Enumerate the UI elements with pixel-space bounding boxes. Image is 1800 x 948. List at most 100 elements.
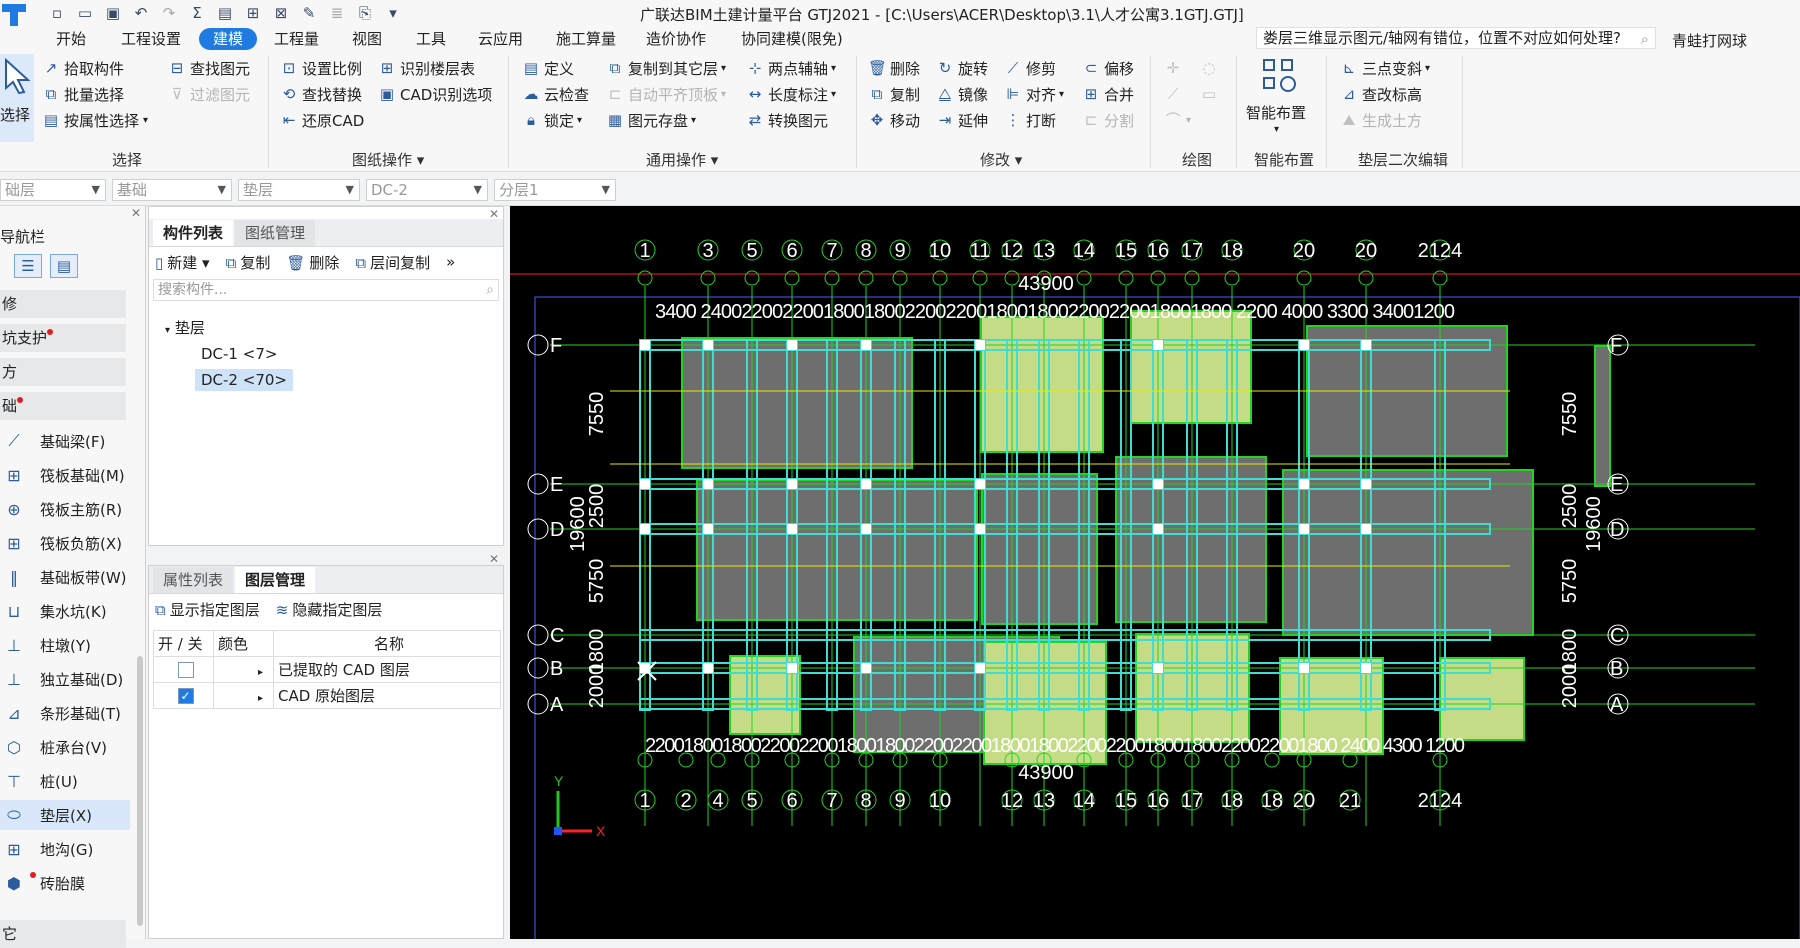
nav-item-trench[interactable]: ⊞ 地沟(G) — [0, 834, 130, 864]
help-search-input[interactable]: 娄层三维显示图元/轴网有错位，位置不对应如何处理? ⌕ — [1256, 27, 1656, 49]
customize-icon[interactable]: ▾ — [382, 2, 404, 24]
nav-category[interactable]: 方 — [0, 358, 126, 386]
nav-item-raft-neg-rebar[interactable]: ⊞ 筏板负筋(X) — [0, 528, 130, 558]
restore-cad-button[interactable]: ⇤ 还原CAD — [280, 108, 365, 132]
new-file-icon[interactable]: ▫ — [46, 2, 68, 24]
pen-icon[interactable]: ✎ — [298, 2, 320, 24]
nav-category[interactable]: 坑支护 — [0, 324, 126, 352]
tab-property-list[interactable]: 属性列表 — [153, 567, 234, 593]
copy-to-other-floor-button[interactable]: ⧉ 复制到其它层 ▾ — [606, 56, 726, 80]
sum-icon[interactable]: Σ — [186, 2, 208, 24]
expand-icon[interactable]: ▸ — [258, 667, 263, 678]
tab-modeling[interactable]: 建模 — [199, 28, 258, 50]
nav-category[interactable]: 础 — [0, 392, 126, 420]
trim-button[interactable]: ⟋ 修剪 — [1004, 56, 1056, 80]
cloud-check-button[interactable]: ☁ 云检查 — [522, 82, 590, 106]
tab-tools[interactable]: 工具 — [410, 28, 452, 50]
three-point-slope-button[interactable]: ⊾ 三点变斜 ▾ — [1340, 56, 1430, 80]
list-view-icon[interactable]: ☰ — [14, 254, 42, 278]
copy-between-floors-button[interactable]: ⧉ 层间复制 — [355, 252, 430, 273]
save-icon[interactable]: ▣ — [102, 2, 124, 24]
move-button[interactable]: ✥ 移动 — [868, 108, 920, 132]
length-dimension-button[interactable]: ↔ 长度标注 ▾ — [746, 82, 836, 106]
two-point-axis-button[interactable]: ⊹ 两点辅轴 ▾ — [746, 56, 836, 80]
set-scale-button[interactable]: ⊡ 设置比例 — [280, 56, 362, 80]
pick-component-button[interactable]: ↗ 拾取构件 — [42, 56, 124, 80]
export-icon[interactable]: ⎘ — [354, 2, 376, 24]
find-element-button[interactable]: ⊟ 查找图元 — [168, 56, 250, 80]
report-icon[interactable]: ▤ — [214, 2, 236, 24]
tab-start[interactable]: 开始 — [50, 28, 92, 50]
nav-item-foundation-strip[interactable]: ‖ 基础板带(W) — [0, 562, 130, 592]
check-icon[interactable]: ⊠ — [270, 2, 292, 24]
nav-item-strip-foundation[interactable]: ⊿ 条形基础(T) — [0, 698, 130, 728]
show-layer-button[interactable]: ⧉ 显示指定图层 — [155, 599, 260, 620]
redo-icon[interactable]: ↷ — [158, 2, 180, 24]
close-icon[interactable]: ✕ — [489, 552, 499, 566]
sublayer-select[interactable]: 分层1 ▼ — [494, 179, 616, 201]
nav-scrollbar[interactable] — [137, 656, 143, 926]
tab-drawing-management[interactable]: 图纸管理 — [235, 220, 316, 246]
copy-component-button[interactable]: ⧉ 复制 — [226, 252, 271, 273]
convert-element-button[interactable]: ⇄ 转换图元 — [746, 108, 828, 132]
undo-icon[interactable]: ↶ — [130, 2, 152, 24]
draw-circle-button[interactable]: ◌ — [1200, 56, 1222, 80]
align-button[interactable]: ⊫ 对齐 ▾ — [1004, 82, 1064, 106]
component-select[interactable]: DC-2 ▼ — [366, 179, 488, 201]
cad-drawing[interactable]: 1 3 5 6 7 8 9 10 11 12 13 14 15 16 17 18 20 20 21241 2 4 5 6 7 8… — [510, 206, 1800, 939]
find-replace-button[interactable]: ⟲ 查找替换 — [280, 82, 362, 106]
tree-item-dc2[interactable]: DC-2 <70> — [195, 369, 293, 391]
tab-cost-collab[interactable]: 造价协作 — [640, 28, 712, 50]
tab-component-list[interactable]: 构件列表 — [153, 220, 234, 246]
smart-layout-button[interactable]: 智能布置 ▾ — [1244, 54, 1316, 144]
merge-button[interactable]: ⊞ 合并 — [1082, 82, 1134, 106]
mirror-button[interactable]: ⧋ 镜像 — [936, 82, 988, 106]
batch-select-button[interactable]: ⧉ 批量选择 — [42, 82, 124, 106]
tree-item-dc1[interactable]: DC-1 <7> — [201, 345, 277, 363]
nav-item-brick-mold[interactable]: ⬢ 砖胎膜 — [0, 868, 130, 898]
floor-select[interactable]: 础层 ▼ — [0, 179, 106, 201]
generate-earthwork-button[interactable]: ⛰︎ 生成土方 — [1340, 108, 1422, 132]
draw-arc-button[interactable]: ⌒ ▾ — [1164, 108, 1191, 132]
copy-button[interactable]: ⧉ 复制 — [868, 82, 920, 106]
expand-icon[interactable]: ▸ — [258, 693, 263, 704]
delete-component-button[interactable]: 🗑︎ 删除 — [286, 252, 339, 273]
cad-canvas[interactable]: 1 3 5 6 7 8 9 10 11 12 13 14 15 16 17 18 20 20 2124 1 2 4 5 6 7 8… — [510, 206, 1800, 939]
tree-root[interactable]: ▾ 垫层 — [165, 317, 205, 338]
nav-item-foundation-beam[interactable]: ⟋ 基础梁(F) — [0, 426, 130, 456]
detail-view-icon[interactable]: ▤ — [50, 254, 78, 278]
category-select[interactable]: 基础 ▼ — [112, 179, 232, 201]
lock-button[interactable]: 🔒︎ 锁定 ▾ — [522, 108, 582, 132]
tab-collab-modeling[interactable]: 协同建模(限免) — [735, 28, 849, 50]
layer-toggle-checkbox[interactable]: ✓ — [177, 688, 194, 704]
nav-item-pile-cap[interactable]: ⬡ 桩承台(V) — [0, 732, 130, 762]
nav-item-sump-pit[interactable]: ⊔ 集水坑(K) — [0, 596, 130, 626]
tab-construction[interactable]: 施工算量 — [550, 28, 622, 50]
nav-item-raft-foundation[interactable]: ⊞ 筏板基础(M) — [0, 460, 130, 490]
table-icon[interactable]: ≣ — [326, 2, 348, 24]
filter-element-button[interactable]: ⊽ 过滤图元 — [168, 82, 251, 106]
layer-toggle-checkbox[interactable] — [177, 662, 194, 678]
nav-item-column-pier[interactable]: ⊥ 柱墩(Y) — [0, 630, 130, 660]
close-icon[interactable]: ✕ — [131, 206, 141, 220]
extend-button[interactable]: ⇥ 延伸 — [936, 108, 988, 132]
more-icon[interactable]: » — [446, 253, 455, 271]
split-button[interactable]: ⊏ 分割 — [1082, 108, 1134, 132]
tab-quantity[interactable]: 工程量 — [268, 28, 325, 50]
tab-layer-management[interactable]: 图层管理 — [235, 567, 316, 593]
nav-category[interactable]: 它 — [0, 920, 126, 948]
nav-item-isolated-foundation[interactable]: ⊥ 独立基础(D) — [0, 664, 130, 694]
grid-icon[interactable]: ⊞ — [242, 2, 264, 24]
tab-cloud[interactable]: 云应用 — [472, 28, 529, 50]
open-folder-icon[interactable]: ▭ — [74, 2, 96, 24]
save-element-button[interactable]: ▦ 图元存盘 ▾ — [606, 108, 696, 132]
draw-rect-button[interactable]: ▭ — [1200, 82, 1222, 106]
delete-button[interactable]: 🗑︎ 删除 — [868, 56, 920, 80]
cad-options-button[interactable]: ▣ CAD识别选项 — [378, 82, 492, 106]
hide-layer-button[interactable]: ≋ 隐藏指定图层 — [276, 599, 383, 620]
component-search-input[interactable]: 搜索构件... ⌕ — [153, 279, 499, 301]
select-by-property-button[interactable]: ▤ 按属性选择 ▾ — [42, 108, 148, 132]
draw-point-button[interactable]: ✛ — [1164, 56, 1186, 80]
check-elevation-button[interactable]: ⊿ 查改标高 — [1340, 82, 1422, 106]
define-button[interactable]: ▤ 定义 — [522, 56, 574, 80]
